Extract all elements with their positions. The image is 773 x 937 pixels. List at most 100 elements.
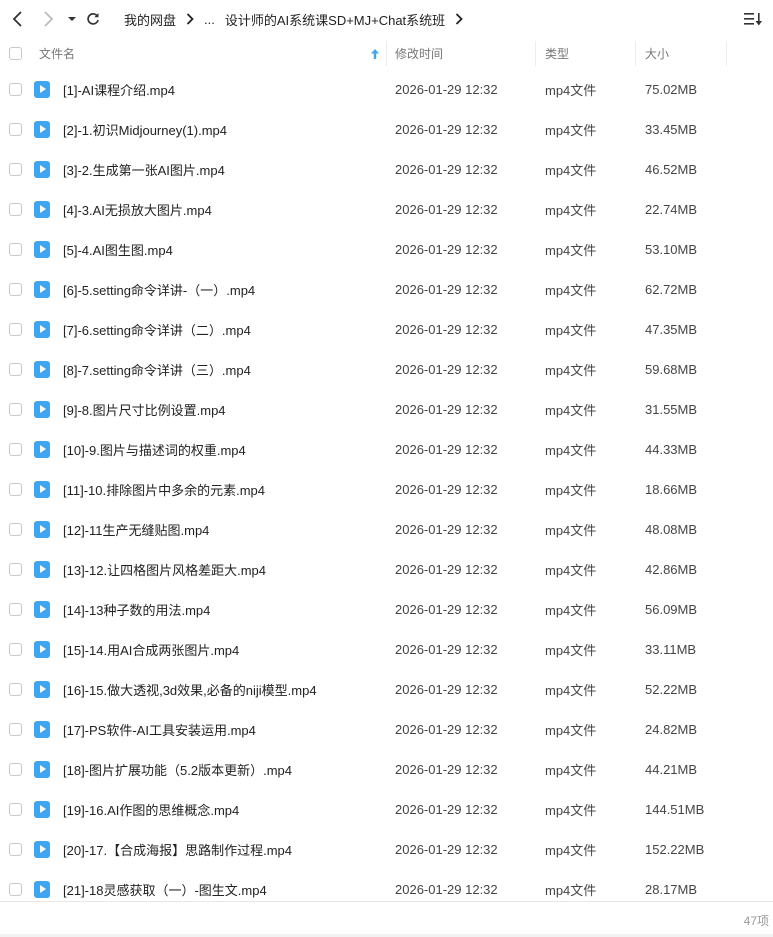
file-row[interactable]: [3]-2.生成第一张AI图片.mp4 2026-01-29 12:32 mp4文件… <box>0 149 773 189</box>
select-all-checkbox[interactable] <box>9 38 22 69</box>
column-type-header[interactable]: 类型 <box>545 38 569 69</box>
file-row[interactable]: [17]-PS软件-AI工具安装运用.mp4 2026-01-29 12:32 mp… <box>0 709 773 749</box>
view-sort-button[interactable] <box>743 10 763 28</box>
column-divider[interactable] <box>535 41 536 66</box>
file-name[interactable]: [17]-PS软件-AI工具安装运用.mp4 <box>63 709 256 749</box>
video-file-icon <box>34 789 50 829</box>
file-name[interactable]: [1]-AI课程介绍.mp4 <box>63 69 175 109</box>
history-dropdown-button[interactable] <box>62 9 82 29</box>
file-row[interactable]: [14]-13种子数的用法.mp4 2026-01-29 12:32 mp4文件 56… <box>0 589 773 629</box>
chevron-left-icon <box>12 11 22 27</box>
file-type: mp4文件 <box>545 482 597 498</box>
row-checkbox[interactable] <box>9 829 22 869</box>
video-file-icon <box>34 829 50 869</box>
row-checkbox[interactable] <box>9 189 22 229</box>
row-checkbox[interactable] <box>9 749 22 789</box>
file-row[interactable]: [13]-12.让四格图片风格差距大.mp4 2026-01-29 12:32 mp… <box>0 549 773 589</box>
file-row[interactable]: [10]-9.图片与描述词的权重.mp4 2026-01-29 12:32 mp4文… <box>0 429 773 469</box>
file-name[interactable]: [9]-8.图片尺寸比例设置.mp4 <box>63 389 226 429</box>
file-size: 18.66MB <box>645 481 698 497</box>
file-type: mp4文件 <box>545 762 597 778</box>
row-checkbox[interactable] <box>9 789 22 829</box>
row-checkbox[interactable] <box>9 349 22 389</box>
file-size: 47.35MB <box>645 321 698 337</box>
file-name[interactable]: [4]-3.AI无损放大图片.mp4 <box>63 189 212 229</box>
file-name[interactable]: [14]-13种子数的用法.mp4 <box>63 589 210 629</box>
video-file-icon <box>34 709 50 749</box>
row-checkbox[interactable] <box>9 69 22 109</box>
row-checkbox[interactable] <box>9 469 22 509</box>
column-name-header[interactable]: 文件名 <box>39 38 75 69</box>
file-name[interactable]: [3]-2.生成第一张AI图片.mp4 <box>63 149 225 189</box>
column-divider[interactable] <box>386 41 387 66</box>
file-modified-time: 2026-01-29 12:32 <box>395 841 498 857</box>
file-modified-time: 2026-01-29 12:32 <box>395 121 498 137</box>
row-checkbox[interactable] <box>9 629 22 669</box>
row-checkbox[interactable] <box>9 429 22 469</box>
file-size: 144.51MB <box>645 801 705 817</box>
file-name[interactable]: [15]-14.用AI合成两张图片.mp4 <box>63 629 239 669</box>
video-file-icon <box>34 349 50 389</box>
file-row[interactable]: [12]-11生产无缝贴图.mp4 2026-01-29 12:32 mp4文件 48… <box>0 509 773 549</box>
file-row[interactable]: [8]-7.setting命令详讲（三）.mp4 2026-01-29 12:32… <box>0 349 773 389</box>
column-size-header[interactable]: 大小 <box>645 38 669 69</box>
file-name[interactable]: [5]-4.AI图生图.mp4 <box>63 229 173 269</box>
file-name[interactable]: [13]-12.让四格图片风格差距大.mp4 <box>63 549 266 589</box>
row-checkbox[interactable] <box>9 549 22 589</box>
forward-button[interactable] <box>38 9 58 29</box>
file-name[interactable]: [7]-6.setting命令详讲（二）.mp4 <box>63 309 251 349</box>
row-checkbox[interactable] <box>9 709 22 749</box>
file-row[interactable]: [15]-14.用AI合成两张图片.mp4 2026-01-29 12:32 mp4… <box>0 629 773 669</box>
row-checkbox[interactable] <box>9 389 22 429</box>
row-checkbox[interactable] <box>9 149 22 189</box>
file-row[interactable]: [7]-6.setting命令详讲（二）.mp4 2026-01-29 12:32… <box>0 309 773 349</box>
row-checkbox[interactable] <box>9 109 22 149</box>
row-checkbox[interactable] <box>9 309 22 349</box>
column-divider[interactable] <box>635 41 636 66</box>
row-checkbox[interactable] <box>9 229 22 269</box>
back-button[interactable] <box>8 9 28 29</box>
video-file-icon <box>34 469 50 509</box>
breadcrumb-current[interactable]: 设计师的AI系统课SD+MJ+Chat系统班 <box>225 10 445 29</box>
file-name[interactable]: [19]-16.AI作图的思维概念.mp4 <box>63 789 239 829</box>
row-checkbox[interactable] <box>9 669 22 709</box>
refresh-icon <box>87 13 99 25</box>
file-row[interactable]: [19]-16.AI作图的思维概念.mp4 2026-01-29 12:32 mp4… <box>0 789 773 829</box>
video-file-icon <box>34 269 50 309</box>
file-modified-time: 2026-01-29 12:32 <box>395 241 498 257</box>
breadcrumb-ellipsis[interactable]: ... <box>204 12 215 27</box>
file-name[interactable]: [2]-1.初识Midjourney(1).mp4 <box>63 109 227 149</box>
column-modified-header[interactable]: 修改时间 <box>395 38 443 69</box>
file-name[interactable]: [6]-5.setting命令详讲-（一）.mp4 <box>63 269 255 309</box>
file-name[interactable]: [11]-10.排除图片中多余的元素.mp4 <box>63 469 265 509</box>
video-file-icon <box>34 749 50 789</box>
row-checkbox[interactable] <box>9 269 22 309</box>
file-row[interactable]: [18]-图片扩展功能（5.2版本更新）.mp4 2026-01-29 12:32… <box>0 749 773 789</box>
file-name[interactable]: [12]-11生产无缝贴图.mp4 <box>63 509 209 549</box>
refresh-button[interactable] <box>83 9 103 29</box>
file-row[interactable]: [5]-4.AI图生图.mp4 2026-01-29 12:32 mp4文件 53.1… <box>0 229 773 269</box>
file-row[interactable]: [11]-10.排除图片中多余的元素.mp4 2026-01-29 12:32 mp… <box>0 469 773 509</box>
chevron-right-icon <box>186 13 194 25</box>
column-divider[interactable] <box>726 41 727 66</box>
file-row[interactable]: [2]-1.初识Midjourney(1).mp4 2026-01-29 12:3… <box>0 109 773 149</box>
row-checkbox[interactable] <box>9 509 22 549</box>
file-name[interactable]: [18]-图片扩展功能（5.2版本更新）.mp4 <box>63 749 292 789</box>
file-modified-time: 2026-01-29 12:32 <box>395 801 498 817</box>
file-row[interactable]: [1]-AI课程介绍.mp4 2026-01-29 12:32 mp4文件 75.02… <box>0 69 773 109</box>
file-size: 33.45MB <box>645 121 698 137</box>
file-name[interactable]: [10]-9.图片与描述词的权重.mp4 <box>63 429 246 469</box>
file-row[interactable]: [6]-5.setting命令详讲-（一）.mp4 2026-01-29 12:3… <box>0 269 773 309</box>
file-type: mp4文件 <box>545 362 597 378</box>
row-checkbox[interactable] <box>9 589 22 629</box>
file-size: 31.55MB <box>645 401 698 417</box>
file-name[interactable]: [8]-7.setting命令详讲（三）.mp4 <box>63 349 251 389</box>
file-row[interactable]: [9]-8.图片尺寸比例设置.mp4 2026-01-29 12:32 mp4文件 3… <box>0 389 773 429</box>
file-modified-time: 2026-01-29 12:32 <box>395 721 498 737</box>
file-name[interactable]: [20]-17.【合成海报】思路制作过程.mp4 <box>63 829 292 869</box>
file-row[interactable]: [4]-3.AI无损放大图片.mp4 2026-01-29 12:32 mp4文件 2… <box>0 189 773 229</box>
file-name[interactable]: [16]-15.做大透视,3d效果,必备的niji模型.mp4 <box>63 669 317 709</box>
breadcrumb-root[interactable]: 我的网盘 <box>124 10 176 29</box>
file-row[interactable]: [20]-17.【合成海报】思路制作过程.mp4 2026-01-29 12:32… <box>0 829 773 869</box>
file-row[interactable]: [16]-15.做大透视,3d效果,必备的niji模型.mp4 2026-01-2… <box>0 669 773 709</box>
